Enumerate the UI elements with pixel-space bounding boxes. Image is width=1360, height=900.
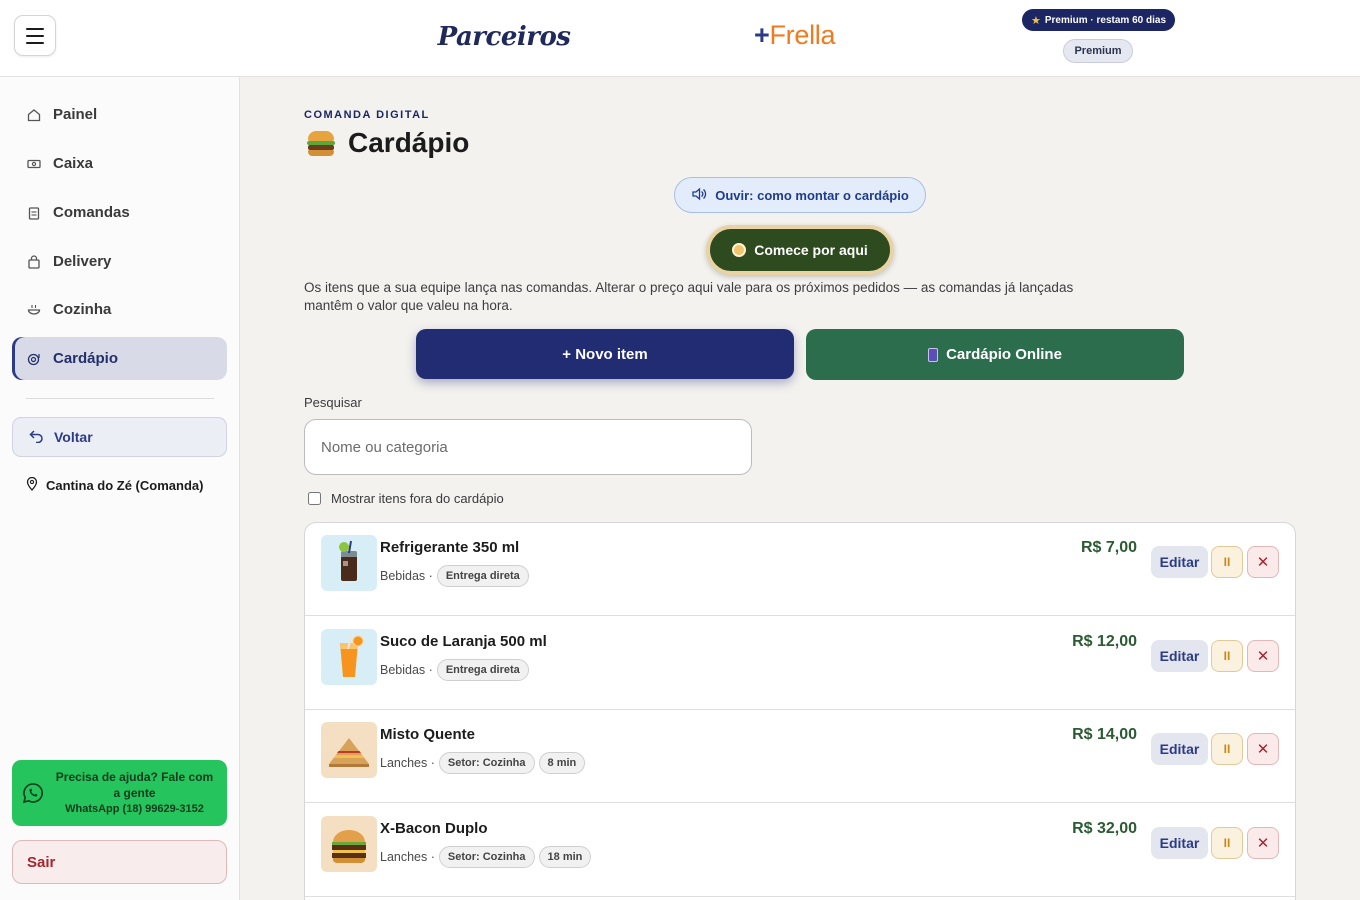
sidebar-item-caixa[interactable]: Caixa [12,142,227,185]
delete-button[interactable]: ✕ [1247,546,1279,578]
item-category: Bebidas · [380,569,433,583]
orange-juice-image [321,629,377,685]
item-name: Refrigerante 350 ml [380,539,520,556]
item-name: Misto Quente [380,726,476,743]
comece-por-aqui-button[interactable]: Comece por aqui [706,225,894,275]
help-text: Precisa de ajuda? Fale com a gente Whats… [55,770,214,815]
sandwich-image [321,722,377,778]
undo-arrow-icon [29,429,44,446]
item-name: X-Bacon Duplo [380,820,488,837]
item-category: Lanches · [380,850,435,864]
sidebar-item-cardapio[interactable]: Cardápio [12,337,227,380]
phone-icon [928,347,939,362]
hamburger-menu-button[interactable] [14,15,56,56]
item-meta: Bebidas · Entrega direta [380,565,529,587]
delete-button[interactable]: ✕ [1247,733,1279,765]
compass-icon [732,243,747,257]
sidebar-item-cozinha[interactable]: Cozinha [12,288,227,331]
pause-button[interactable]: II [1211,640,1243,672]
page-description: Os itens que a sua equipe lança nas coma… [304,280,1074,313]
delete-button[interactable]: ✕ [1247,640,1279,672]
sidebar-divider [26,398,214,399]
item-category: Bebidas · [380,663,433,677]
item-chip: Setor: Cozinha [438,752,535,774]
list-item: Misto Quente Lanches · Setor: Cozinha 8 … [305,710,1295,803]
cash-icon [27,157,41,171]
home-icon [27,108,41,122]
item-name: Suco de Laranja 500 ml [380,633,547,650]
pause-button[interactable]: II [1211,733,1243,765]
venue-label: Cantina do Zé (Comanda) [26,476,203,494]
sidebar-item-painel[interactable]: Painel [12,93,227,136]
item-price: R$ 7,00 [1080,539,1137,556]
delete-button[interactable]: ✕ [1247,827,1279,859]
whatsapp-icon [22,782,44,804]
soda-image [321,535,377,591]
pause-button[interactable]: II [1211,546,1243,578]
premium-badge[interactable]: Premium [1063,39,1133,63]
search-input[interactable] [304,419,752,475]
list-item: Suco de Laranja 500 ml Bebidas · Entrega… [305,617,1295,710]
bowl-icon [27,303,41,317]
item-price: R$ 32,00 [1072,820,1137,837]
location-pin-icon [26,476,38,494]
item-chip: 18 min [538,846,592,868]
burger-image [321,816,377,872]
premium-days-pill: ★ Premium · restam 60 dias [1022,9,1175,31]
item-meta: Bebidas · Entrega direta [380,659,529,681]
whatsapp-help-button[interactable]: Precisa de ajuda? Fale com a gente Whats… [12,760,227,826]
menu-bar-icon [26,34,44,37]
parceiros-logo: Parceiros [437,22,571,52]
fora-cardapio-checkbox[interactable] [308,492,321,505]
sidebar-item-comandas[interactable]: Comandas [12,191,227,234]
edit-button[interactable]: Editar [1151,827,1208,859]
item-price: R$ 12,00 [1072,633,1137,650]
pause-button[interactable]: II [1211,827,1243,859]
sidebar: Painel Caixa Comandas Delivery Cozinha C… [0,77,240,900]
voltar-button[interactable]: Voltar [12,417,227,457]
item-meta: Lanches · Setor: Cozinha 18 min [380,846,592,868]
item-meta: Lanches · Setor: Cozinha 8 min [380,752,586,774]
bag-icon [27,254,41,269]
novo-item-button[interactable]: + Novo item [416,329,794,379]
clipboard-icon [27,206,41,220]
fora-cardapio-toggle[interactable]: Mostrar itens fora do cardápio [308,491,504,506]
menu-item-list: Refrigerante 350 ml Bebidas · Entrega di… [304,522,1296,900]
item-chip: Setor: Cozinha [438,846,535,868]
section-eyebrow: COMANDA DIGITAL [304,109,430,121]
menu-bar-icon [26,27,44,30]
frella-logo: +Frella [754,20,836,50]
burger-icon [304,129,338,157]
list-item: X-Bacon Duplo Lanches · Setor: Cozinha 1… [305,804,1295,897]
star-icon: ★ [1030,14,1041,27]
cardapio-online-button[interactable]: Cardápio Online [806,329,1184,380]
sair-button[interactable]: Sair [12,840,227,884]
page-title: Cardápio [304,127,469,159]
item-category: Lanches · [380,756,435,770]
edit-button[interactable]: Editar [1151,640,1208,672]
main-content: COMANDA DIGITAL Cardápio Ouvir: como mon… [240,77,1360,900]
item-chip: Entrega direta [436,565,529,587]
menu-bar-icon [26,41,44,44]
edit-button[interactable]: Editar [1151,546,1208,578]
sidebar-item-delivery[interactable]: Delivery [12,240,227,283]
item-chip: Entrega direta [436,659,529,681]
search-label: Pesquisar [304,395,362,410]
top-header: Parceiros +Frella ★ Premium · restam 60 … [0,0,1360,77]
speaker-icon [691,187,707,204]
menu-icon [27,352,41,366]
item-chip: 8 min [538,752,586,774]
list-item: Refrigerante 350 ml Bebidas · Entrega di… [305,523,1295,616]
ouvir-audio-button[interactable]: Ouvir: como montar o cardápio [674,177,926,213]
item-price: R$ 14,00 [1072,726,1137,743]
edit-button[interactable]: Editar [1151,733,1208,765]
